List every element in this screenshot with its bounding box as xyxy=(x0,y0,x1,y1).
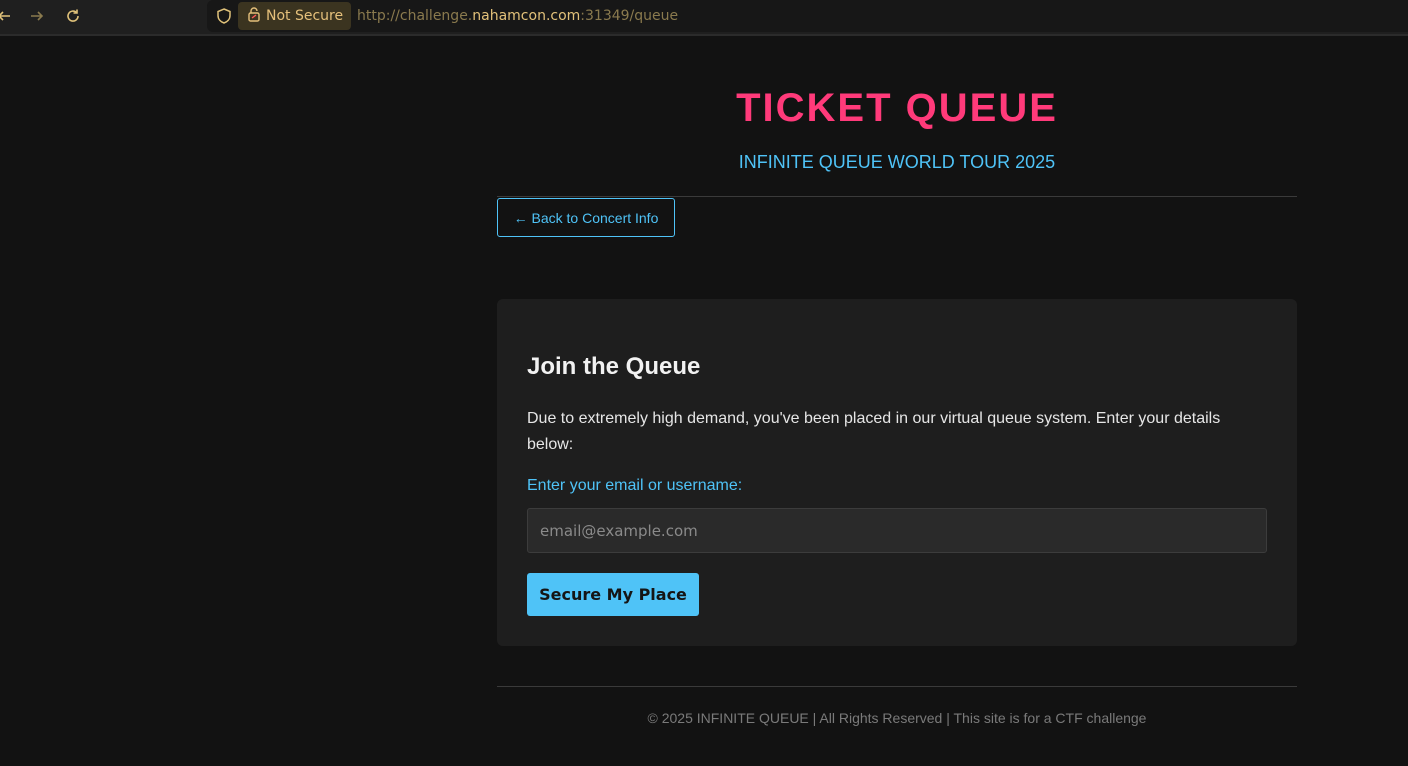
card-description: Due to extremely high demand, you've bee… xyxy=(527,410,1221,453)
url-suffix: :31349/queue xyxy=(580,8,679,24)
secure-my-place-button[interactable]: Secure My Place xyxy=(527,573,699,616)
not-secure-badge[interactable]: Not Secure xyxy=(238,2,352,30)
page-subtitle: INFINITE QUEUE WORLD TOUR 2025 xyxy=(738,152,1056,172)
security-label: Not Secure xyxy=(266,8,344,24)
email-field[interactable] xyxy=(527,508,1267,553)
email-field-label: Enter your email or username: xyxy=(527,477,743,494)
footer-divider xyxy=(497,686,1297,687)
browser-toolbar: Not Secure http://challenge.nahamcon.com… xyxy=(0,0,1408,36)
shield-icon[interactable] xyxy=(215,7,233,30)
card-title: Join the Queue xyxy=(527,353,701,380)
back-to-concert-button[interactable]: ← Back to Concert Info xyxy=(497,198,675,237)
url-prefix: http://challenge. xyxy=(357,8,473,24)
page-title: TICKET QUEUE xyxy=(736,86,1058,130)
forward-arrow-icon[interactable] xyxy=(27,6,47,26)
queue-card: Join the Queue Due to extremely high dem… xyxy=(497,299,1297,646)
broken-lock-icon xyxy=(246,6,262,26)
reload-icon[interactable] xyxy=(63,6,83,26)
header-divider xyxy=(497,196,1297,197)
url-host: nahamcon.com xyxy=(472,8,581,24)
url-text[interactable]: http://challenge.nahamcon.com:31349/queu… xyxy=(357,8,678,24)
back-arrow-icon[interactable] xyxy=(0,6,14,26)
footer-text: © 2025 INFINITE QUEUE | All Rights Reser… xyxy=(647,710,1147,726)
